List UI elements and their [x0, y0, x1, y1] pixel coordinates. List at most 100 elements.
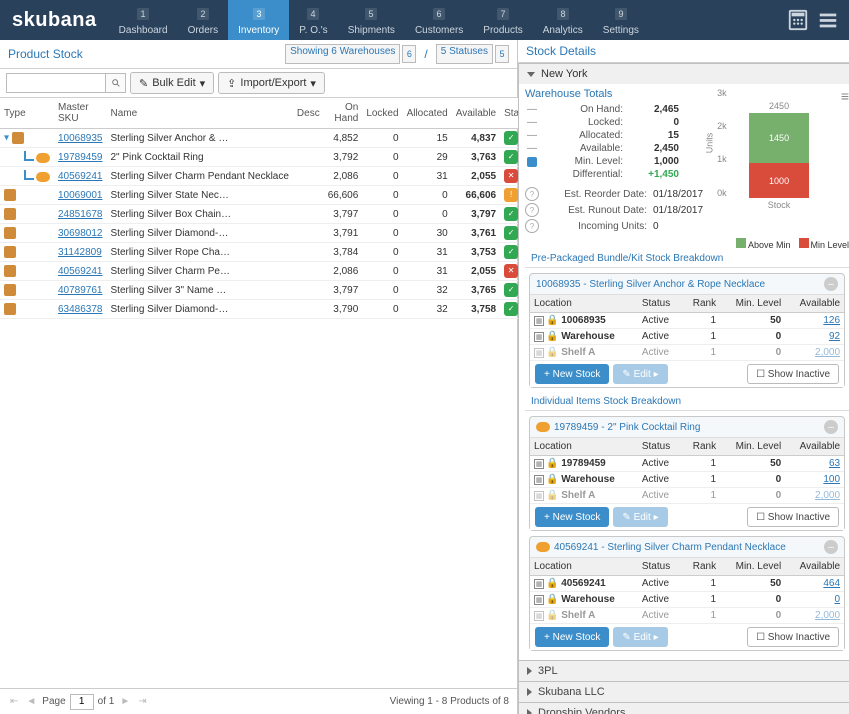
chart-legend: Above Min Min Level	[525, 238, 849, 250]
sku-link[interactable]: 10069001	[58, 190, 103, 201]
box-icon	[4, 284, 16, 296]
table-row[interactable]: 30698012Sterling Silver Diamond-…3,79103…	[0, 224, 536, 243]
nav-customers[interactable]: 6Customers	[405, 0, 473, 40]
edit-button[interactable]: ✎ Edit ▸	[613, 627, 667, 647]
table-row[interactable]: ▾ 10068935Sterling Silver Anchor & …4,85…	[0, 129, 536, 148]
new-stock-button[interactable]: + New Stock	[535, 364, 609, 384]
pager-page-input[interactable]	[70, 694, 94, 710]
table-row[interactable]: 10069001Sterling Silver State Nec…66,606…	[0, 186, 536, 205]
collapse-icon[interactable]: –	[824, 420, 838, 434]
show-inactive-button[interactable]: ☐ Show Inactive	[747, 627, 839, 647]
status-count: 5	[495, 45, 509, 63]
pager-next[interactable]: ►	[118, 696, 132, 707]
import-export-button[interactable]: ⇪ Import/Export ▾	[218, 72, 325, 94]
breakdown-row[interactable]: ▦🔒 19789459Active15063	[530, 456, 844, 472]
table-row[interactable]: 24851678Sterling Silver Box Chain…3,7970…	[0, 205, 536, 224]
pager-last[interactable]: ⇥	[136, 696, 148, 707]
sku-link[interactable]: 31142809	[58, 247, 102, 258]
child-arrow-icon	[24, 151, 34, 161]
bulk-edit-button[interactable]: ✎ Bulk Edit ▾	[130, 72, 214, 94]
breakdown-card: 19789459 - 2" Pink Cocktail Ring–Locatio…	[529, 416, 845, 531]
item-icon	[36, 153, 50, 163]
status-badge: !	[504, 188, 518, 202]
collapse-icon[interactable]: –	[824, 277, 838, 291]
table-row[interactable]: 31142809Sterling Silver Rope Cha…3,78403…	[0, 243, 536, 262]
help-icon[interactable]: ?	[525, 203, 539, 217]
new-stock-button[interactable]: + New Stock	[535, 507, 609, 527]
svg-text:9: 9	[618, 9, 623, 19]
edit-button[interactable]: ✎ Edit ▸	[613, 364, 667, 384]
breakdown-row[interactable]: ▦🔒 WarehouseActive10100	[530, 472, 844, 488]
breakdown-row[interactable]: ▦🔒 WarehouseActive1092	[530, 329, 844, 345]
show-inactive-button[interactable]: ☐ Show Inactive	[747, 507, 839, 527]
sku-link[interactable]: 19789459	[58, 152, 103, 163]
hamburger-icon[interactable]	[813, 5, 843, 35]
pager-total: Viewing 1 - 8 Products of 8	[390, 696, 509, 707]
nav-pos[interactable]: 4P. O.'s	[289, 0, 337, 40]
sku-link[interactable]: 40569241	[58, 266, 103, 277]
calculator-icon[interactable]	[783, 5, 813, 35]
status-badge: ✓	[504, 302, 518, 316]
nav-analytics[interactable]: 8Analytics	[533, 0, 593, 40]
edit-button[interactable]: ✎ Edit ▸	[613, 507, 667, 527]
breakdown-row[interactable]: ▦🔒 Shelf AActive102,000	[530, 608, 844, 624]
accordion-new-york[interactable]: New York	[519, 63, 849, 84]
pager-prev[interactable]: ◄	[24, 696, 38, 707]
nav-shipments[interactable]: 5Shipments	[338, 0, 405, 40]
breakdown-row[interactable]: ▦🔒 WarehouseActive100	[530, 592, 844, 608]
svg-text:1: 1	[141, 9, 146, 19]
box-icon	[4, 189, 16, 201]
accordion-dropship-vendors[interactable]: Dropship Vendors	[519, 702, 849, 714]
table-row[interactable]: 40789761Sterling Silver 3" Name …3,79703…	[0, 281, 536, 300]
status-badge: ✕	[504, 264, 518, 278]
search-input[interactable]	[6, 73, 106, 93]
new-stock-button[interactable]: + New Stock	[535, 627, 609, 647]
accordion-3pl[interactable]: 3PL	[519, 660, 849, 681]
table-row[interactable]: 40569241Sterling Silver Charm Pendant Ne…	[0, 167, 536, 186]
sku-link[interactable]: 10068935	[58, 133, 103, 144]
nav-inventory[interactable]: 3Inventory	[228, 0, 289, 40]
warehouse-select[interactable]: Showing 6 Warehouses	[285, 44, 400, 64]
sku-link[interactable]: 24851678	[58, 209, 103, 220]
table-row[interactable]: 197894592" Pink Cocktail Ring3,7920293,7…	[0, 148, 536, 167]
table-row[interactable]: 63486378Sterling Silver Diamond-…3,79003…	[0, 300, 536, 319]
search-button[interactable]	[106, 73, 126, 93]
stock-details-title: Stock Details	[518, 40, 849, 63]
warehouse-count: 6	[402, 45, 416, 63]
breakdown-row[interactable]: ▦🔒 Shelf AActive102,000	[530, 488, 844, 504]
top-nav: 1Dashboard2Orders3Inventory4P. O.'s5Ship…	[109, 0, 649, 40]
chart-menu-icon[interactable]: ≡	[841, 88, 849, 104]
sku-link[interactable]: 40789761	[58, 285, 103, 296]
breakdown-row[interactable]: ▦🔒 40569241Active150464	[530, 576, 844, 592]
table-row[interactable]: 40569241Sterling Silver Charm Pe…2,08603…	[0, 262, 536, 281]
box-icon	[4, 303, 16, 315]
breakdown-row[interactable]: ▦🔒 Shelf AActive102,000	[530, 345, 844, 361]
pager-first[interactable]: ⇤	[8, 696, 20, 707]
bundle-breakdown-header: Pre-Packaged Bundle/Kit Stock Breakdown	[525, 250, 849, 268]
accordion-skubana-llc[interactable]: Skubana LLC	[519, 681, 849, 702]
nav-products[interactable]: 7Products	[473, 0, 532, 40]
bundle-icon	[12, 132, 24, 144]
svg-text:5: 5	[369, 9, 374, 19]
sku-link[interactable]: 40569241	[58, 171, 103, 182]
help-icon[interactable]: ?	[525, 187, 539, 201]
status-select[interactable]: 5 Statuses	[436, 44, 493, 64]
item-icon	[536, 542, 550, 552]
sku-link[interactable]: 30698012	[58, 228, 103, 239]
nav-settings[interactable]: 9Settings	[593, 0, 649, 40]
sku-link[interactable]: 63486378	[58, 304, 103, 315]
breakdown-row[interactable]: ▦🔒 10068935Active150126	[530, 313, 844, 329]
product-stock-title: Product Stock Showing 6 Warehouses 6 / 5…	[0, 40, 517, 69]
collapse-icon[interactable]: –	[824, 540, 838, 554]
status-badge: ✓	[504, 207, 518, 221]
child-arrow-icon	[24, 170, 34, 180]
status-badge: ✕	[504, 169, 518, 183]
nav-dashboard[interactable]: 1Dashboard	[109, 0, 178, 40]
status-badge: ✓	[504, 131, 518, 145]
help-icon[interactable]: ?	[525, 219, 539, 233]
show-inactive-button[interactable]: ☐ Show Inactive	[747, 364, 839, 384]
nav-orders[interactable]: 2Orders	[178, 0, 229, 40]
box-icon	[4, 208, 16, 220]
warehouse-totals: Warehouse Totals —On Hand:2,465—Locked:0…	[525, 88, 703, 234]
svg-text:8: 8	[560, 9, 565, 19]
